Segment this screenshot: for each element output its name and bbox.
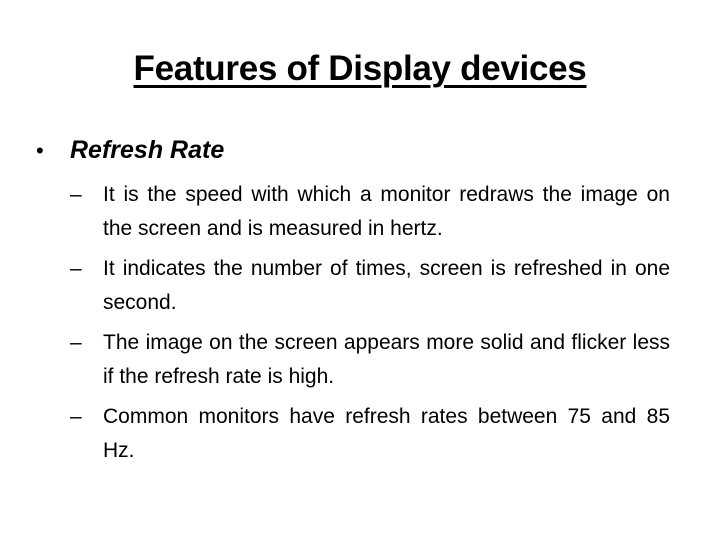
- slide-title: Features of Display devices: [133, 49, 587, 88]
- sub-bullet-list: – It is the speed with which a monitor r…: [70, 178, 670, 474]
- slide: Features of Display devices • Refresh Ra…: [0, 0, 720, 540]
- dash-marker: –: [70, 183, 82, 206]
- sub-bullet-item: – It indicates the number of times, scre…: [70, 252, 670, 320]
- sub-bullet-item: – Common monitors have refresh rates bet…: [70, 400, 670, 468]
- sub-bullet-text: Common monitors have refresh rates betwe…: [103, 405, 670, 462]
- dash-marker: –: [70, 257, 82, 280]
- dash-marker: –: [70, 331, 82, 354]
- sub-bullet-text: It indicates the number of times, screen…: [103, 257, 670, 314]
- dash-marker: –: [70, 405, 82, 428]
- sub-bullet-text: The image on the screen appears more sol…: [103, 331, 670, 388]
- sub-bullet-item: – The image on the screen appears more s…: [70, 326, 670, 394]
- sub-bullet-text: It is the speed with which a monitor red…: [103, 183, 670, 240]
- sub-bullet-item: – It is the speed with which a monitor r…: [70, 178, 670, 246]
- bullet-marker: •: [36, 138, 44, 163]
- bullet-heading: Refresh Rate: [70, 136, 225, 164]
- bullet-refresh-rate: • Refresh Rate: [36, 131, 676, 170]
